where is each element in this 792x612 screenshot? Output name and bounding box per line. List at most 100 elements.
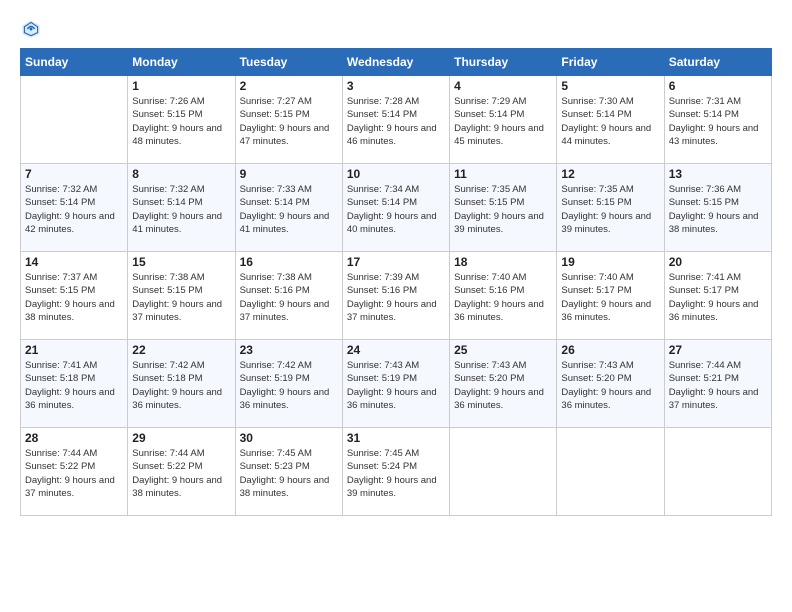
calendar-cell: 13 Sunrise: 7:36 AMSunset: 5:15 PMDayligh…: [664, 164, 771, 252]
calendar-cell: 3 Sunrise: 7:28 AMSunset: 5:14 PMDaylight…: [342, 76, 449, 164]
calendar-cell: 29 Sunrise: 7:44 AMSunset: 5:22 PMDayligh…: [128, 428, 235, 516]
day-info: Sunrise: 7:41 AMSunset: 5:18 PMDaylight:…: [25, 359, 123, 412]
calendar-cell: [450, 428, 557, 516]
calendar-cell: 6Sunrise: 7:31 AMSunset: 5:14 PMDaylight…: [664, 76, 771, 164]
day-number: 21: [25, 343, 123, 357]
col-header-monday: Monday: [128, 49, 235, 76]
day-number: 20: [669, 255, 767, 269]
day-info: Sunrise: 7:28 AMSunset: 5:14 PMDaylight:…: [347, 95, 445, 148]
calendar-cell: 26 Sunrise: 7:43 AMSunset: 5:20 PMDayligh…: [557, 340, 664, 428]
day-number: 22: [132, 343, 230, 357]
day-number: 28: [25, 431, 123, 445]
day-info: Sunrise: 7:32 AMSunset: 5:14 PMDaylight:…: [132, 183, 230, 236]
day-info: Sunrise: 7:37 AMSunset: 5:15 PMDaylight:…: [25, 271, 123, 324]
day-number: 3: [347, 79, 445, 93]
calendar-cell: 16 Sunrise: 7:38 AMSunset: 5:16 PMDayligh…: [235, 252, 342, 340]
day-number: 12: [561, 167, 659, 181]
day-info: Sunrise: 7:36 AMSunset: 5:15 PMDaylight:…: [669, 183, 767, 236]
day-info: Sunrise: 7:34 AMSunset: 5:14 PMDaylight:…: [347, 183, 445, 236]
calendar-cell: [21, 76, 128, 164]
day-number: 14: [25, 255, 123, 269]
day-number: 2: [240, 79, 338, 93]
day-info: Sunrise: 7:32 AMSunset: 5:14 PMDaylight:…: [25, 183, 123, 236]
day-info: Sunrise: 7:29 AMSunset: 5:14 PMDaylight:…: [454, 95, 552, 148]
day-info: Sunrise: 7:35 AMSunset: 5:15 PMDaylight:…: [561, 183, 659, 236]
day-number: 30: [240, 431, 338, 445]
day-info: Sunrise: 7:38 AMSunset: 5:16 PMDaylight:…: [240, 271, 338, 324]
day-info: Sunrise: 7:40 AMSunset: 5:17 PMDaylight:…: [561, 271, 659, 324]
col-header-friday: Friday: [557, 49, 664, 76]
calendar-cell: [557, 428, 664, 516]
day-number: 1: [132, 79, 230, 93]
day-number: 7: [25, 167, 123, 181]
page: SundayMondayTuesdayWednesdayThursdayFrid…: [0, 0, 792, 612]
calendar-cell: 25 Sunrise: 7:43 AMSunset: 5:20 PMDayligh…: [450, 340, 557, 428]
calendar-cell: 28 Sunrise: 7:44 AMSunset: 5:22 PMDayligh…: [21, 428, 128, 516]
day-info: Sunrise: 7:35 AMSunset: 5:15 PMDaylight:…: [454, 183, 552, 236]
calendar-cell: 24Sunrise: 7:43 AMSunset: 5:19 PMDayligh…: [342, 340, 449, 428]
day-number: 19: [561, 255, 659, 269]
calendar-cell: 12 Sunrise: 7:35 AMSunset: 5:15 PMDayligh…: [557, 164, 664, 252]
calendar-cell: 2 Sunrise: 7:27 AMSunset: 5:15 PMDaylight…: [235, 76, 342, 164]
day-number: 11: [454, 167, 552, 181]
logo: [20, 18, 46, 40]
calendar-cell: 19 Sunrise: 7:40 AMSunset: 5:17 PMDayligh…: [557, 252, 664, 340]
calendar-cell: 14 Sunrise: 7:37 AMSunset: 5:15 PMDayligh…: [21, 252, 128, 340]
calendar-cell: 7 Sunrise: 7:32 AMSunset: 5:14 PMDaylight…: [21, 164, 128, 252]
day-info: Sunrise: 7:38 AMSunset: 5:15 PMDaylight:…: [132, 271, 230, 324]
col-header-tuesday: Tuesday: [235, 49, 342, 76]
day-number: 29: [132, 431, 230, 445]
day-info: Sunrise: 7:42 AMSunset: 5:18 PMDaylight:…: [132, 359, 230, 412]
day-info: Sunrise: 7:42 AMSunset: 5:19 PMDaylight:…: [240, 359, 338, 412]
day-number: 26: [561, 343, 659, 357]
day-info: Sunrise: 7:44 AMSunset: 5:22 PMDaylight:…: [25, 447, 123, 500]
calendar-cell: 8 Sunrise: 7:32 AMSunset: 5:14 PMDaylight…: [128, 164, 235, 252]
calendar-cell: 9 Sunrise: 7:33 AMSunset: 5:14 PMDaylight…: [235, 164, 342, 252]
day-number: 13: [669, 167, 767, 181]
day-number: 15: [132, 255, 230, 269]
day-number: 9: [240, 167, 338, 181]
day-info: Sunrise: 7:44 AMSunset: 5:22 PMDaylight:…: [132, 447, 230, 500]
calendar-cell: 11 Sunrise: 7:35 AMSunset: 5:15 PMDayligh…: [450, 164, 557, 252]
day-number: 27: [669, 343, 767, 357]
day-number: 16: [240, 255, 338, 269]
calendar-cell: 27 Sunrise: 7:44 AMSunset: 5:21 PMDayligh…: [664, 340, 771, 428]
col-header-saturday: Saturday: [664, 49, 771, 76]
calendar-cell: 10 Sunrise: 7:34 AMSunset: 5:14 PMDayligh…: [342, 164, 449, 252]
calendar-cell: 15 Sunrise: 7:38 AMSunset: 5:15 PMDayligh…: [128, 252, 235, 340]
day-number: 23: [240, 343, 338, 357]
day-info: Sunrise: 7:45 AMSunset: 5:24 PMDaylight:…: [347, 447, 445, 500]
day-number: 10: [347, 167, 445, 181]
calendar-cell: 23 Sunrise: 7:42 AMSunset: 5:19 PMDayligh…: [235, 340, 342, 428]
day-number: 8: [132, 167, 230, 181]
day-info: Sunrise: 7:33 AMSunset: 5:14 PMDaylight:…: [240, 183, 338, 236]
day-number: 25: [454, 343, 552, 357]
col-header-sunday: Sunday: [21, 49, 128, 76]
calendar-cell: 31 Sunrise: 7:45 AMSunset: 5:24 PMDayligh…: [342, 428, 449, 516]
calendar-cell: 17Sunrise: 7:39 AMSunset: 5:16 PMDayligh…: [342, 252, 449, 340]
day-info: Sunrise: 7:43 AMSunset: 5:20 PMDaylight:…: [561, 359, 659, 412]
calendar-cell: 22 Sunrise: 7:42 AMSunset: 5:18 PMDayligh…: [128, 340, 235, 428]
day-number: 31: [347, 431, 445, 445]
day-info: Sunrise: 7:44 AMSunset: 5:21 PMDaylight:…: [669, 359, 767, 412]
day-info: Sunrise: 7:43 AMSunset: 5:20 PMDaylight:…: [454, 359, 552, 412]
logo-icon: [20, 18, 42, 40]
calendar-cell: 21 Sunrise: 7:41 AMSunset: 5:18 PMDayligh…: [21, 340, 128, 428]
day-number: 17: [347, 255, 445, 269]
day-number: 5: [561, 79, 659, 93]
calendar-cell: 1 Sunrise: 7:26 AMSunset: 5:15 PMDaylight…: [128, 76, 235, 164]
calendar-cell: [664, 428, 771, 516]
day-info: Sunrise: 7:41 AMSunset: 5:17 PMDaylight:…: [669, 271, 767, 324]
calendar-cell: 4 Sunrise: 7:29 AMSunset: 5:14 PMDaylight…: [450, 76, 557, 164]
day-info: Sunrise: 7:40 AMSunset: 5:16 PMDaylight:…: [454, 271, 552, 324]
header: [20, 18, 772, 40]
day-info: Sunrise: 7:26 AMSunset: 5:15 PMDaylight:…: [132, 95, 230, 148]
day-info: Sunrise: 7:30 AMSunset: 5:14 PMDaylight:…: [561, 95, 659, 148]
col-header-wednesday: Wednesday: [342, 49, 449, 76]
day-info: Sunrise: 7:43 AMSunset: 5:19 PMDaylight:…: [347, 359, 445, 412]
day-info: Sunrise: 7:27 AMSunset: 5:15 PMDaylight:…: [240, 95, 338, 148]
calendar-cell: 18Sunrise: 7:40 AMSunset: 5:16 PMDayligh…: [450, 252, 557, 340]
calendar-cell: 20 Sunrise: 7:41 AMSunset: 5:17 PMDayligh…: [664, 252, 771, 340]
day-number: 6: [669, 79, 767, 93]
day-number: 4: [454, 79, 552, 93]
